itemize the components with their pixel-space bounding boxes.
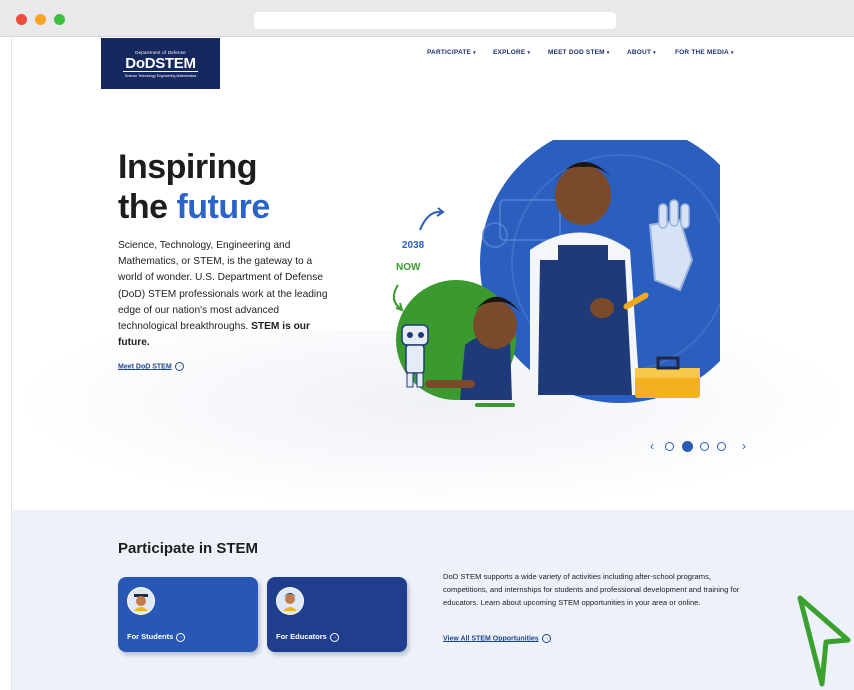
label-now: NOW [396, 262, 421, 273]
participate-description: DoD STEM supports a wide variety of acti… [443, 572, 740, 607]
nav-participate[interactable]: PARTICIPATE ▾ [427, 49, 476, 56]
card-label-text: For Educators [276, 632, 327, 641]
dodstem-logo[interactable]: Department of Defense DoDSTEM Science Te… [101, 38, 220, 89]
chevron-down-icon: ▾ [653, 50, 656, 56]
chevron-down-icon: ▾ [606, 50, 610, 56]
arrow-circle-icon: → [541, 634, 551, 643]
chevron-down-icon: ▾ [527, 50, 531, 56]
nav-label: MEET DOD STEM [548, 49, 605, 56]
carousel-dot-4[interactable] [717, 442, 726, 451]
for-educators-card[interactable]: For Educators → [267, 577, 407, 652]
arrow-circle-icon: → [329, 632, 339, 642]
nav-label: EXPLORE [493, 49, 526, 56]
logo-main-text: DoDSTEM [125, 55, 196, 72]
carousel-next-button[interactable]: › [742, 439, 746, 453]
for-students-label: For Students → [127, 632, 186, 642]
arrow-circle-icon: → [174, 362, 184, 371]
carousel-dot-3[interactable] [700, 442, 709, 451]
hero-description: Science, Technology, Engineering and Mat… [118, 238, 330, 351]
window-minimize-button[interactable] [35, 14, 46, 25]
nav-explore[interactable]: EXPLORE ▾ [493, 49, 530, 56]
nav-label: ABOUT [627, 49, 652, 56]
for-educators-label: For Educators → [276, 632, 339, 642]
nav-meet-dod-stem[interactable]: MEET DOD STEM ▾ [548, 49, 610, 56]
hero-description-text: Science, Technology, Engineering and Mat… [118, 240, 328, 333]
nav-label: FOR THE MEDIA [675, 49, 729, 56]
logo-sub-text: Science Technology Engineering Mathemati… [124, 74, 197, 78]
chevron-down-icon: ▾ [730, 50, 734, 56]
window-close-button[interactable] [16, 14, 27, 25]
hero-carousel-controls: ‹ › [648, 439, 758, 454]
browser-toolbar [0, 0, 854, 37]
logo-divider [123, 71, 198, 72]
arrow-circle-icon: → [176, 632, 186, 642]
graduate-student-icon [127, 587, 155, 615]
label-2038: 2038 [402, 240, 425, 251]
educator-icon [276, 587, 304, 615]
chevron-down-icon: ▾ [473, 50, 476, 56]
hero-title-accent: future [176, 188, 270, 226]
view-all-opportunities-link[interactable]: View All STEM Opportunities → [443, 634, 551, 643]
nav-about[interactable]: ABOUT ▾ [627, 49, 656, 56]
pointer-cursor-icon [797, 595, 851, 687]
for-students-card[interactable]: For Students → [118, 577, 258, 652]
meet-dod-stem-link[interactable]: Meet DoD STEM → [118, 362, 184, 371]
hero-title: Inspiring the future [118, 147, 270, 227]
address-bar[interactable] [254, 12, 616, 29]
hero-illustration [392, 140, 720, 407]
participate-title: Participate in STEM [118, 540, 259, 557]
window-maximize-button[interactable] [54, 14, 65, 25]
link-label: View All STEM Opportunities [443, 635, 539, 643]
carousel-dot-1[interactable] [665, 442, 674, 451]
nav-for-the-media[interactable]: FOR THE MEDIA ▾ [675, 49, 734, 56]
hero-title-line1: Inspiring [118, 148, 258, 186]
nav-label: PARTICIPATE [427, 49, 472, 56]
carousel-prev-button[interactable]: ‹ [650, 439, 654, 453]
link-label: Meet DoD STEM [118, 363, 172, 371]
hero-title-prefix: the [118, 188, 177, 226]
card-label-text: For Students [127, 632, 174, 641]
carousel-dot-2[interactable] [682, 441, 693, 452]
